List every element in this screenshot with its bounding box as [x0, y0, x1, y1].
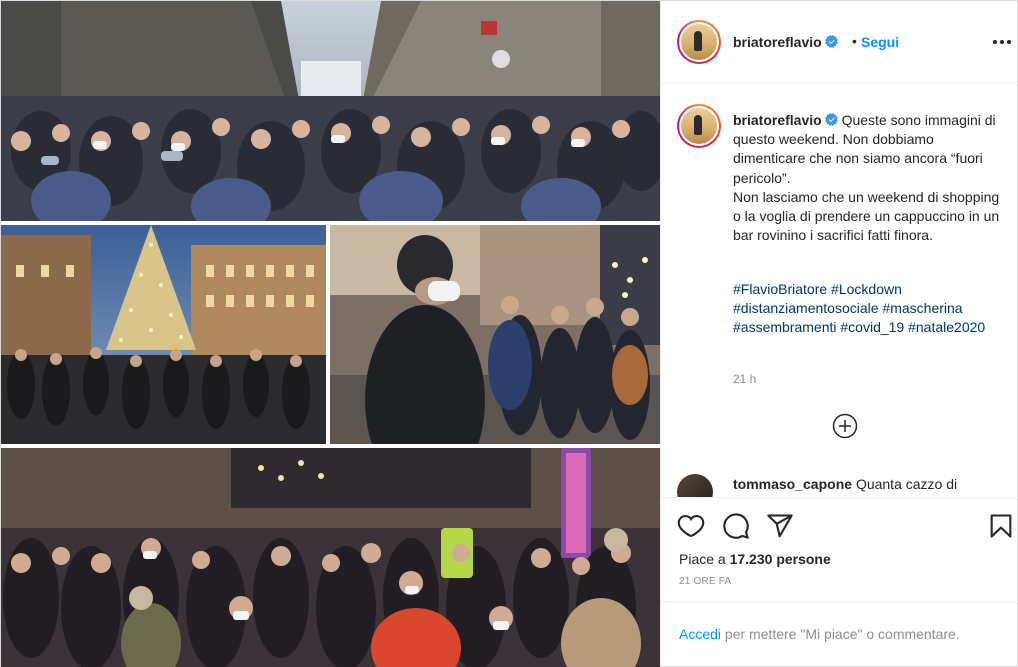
- caption-text: Queste sono immagini di questo weekend. …: [733, 112, 1000, 244]
- commenter-avatar[interactable]: [677, 474, 713, 497]
- hashtag-link[interactable]: #mascherina: [882, 300, 962, 316]
- hashtag-link[interactable]: #natale2020: [908, 319, 985, 335]
- login-prompt-text: Accedi per mettere "Mi piace" o commenta…: [679, 626, 960, 642]
- login-prompt-rest: per mettere "Mi piace" o commentare.: [724, 626, 960, 642]
- verified-badge-icon: [824, 113, 838, 126]
- hashtag-link[interactable]: #Lockdown: [831, 281, 902, 297]
- hashtag-list: #FlavioBriatore #Lockdown #distanziament…: [733, 280, 1005, 338]
- share-icon[interactable]: [766, 512, 794, 540]
- caption-time-ago[interactable]: 21 h: [733, 372, 756, 386]
- post-image-collage[interactable]: [1, 1, 660, 667]
- verified-badge-icon: [824, 35, 838, 48]
- caption-username[interactable]: briatoreflavio: [733, 112, 822, 128]
- hashtag-link[interactable]: #assembramenti: [733, 319, 837, 335]
- post-actions: Piace a 17.230 persone 21 ORE FA: [661, 497, 1018, 601]
- author-avatar[interactable]: [677, 20, 721, 64]
- hashtag-link[interactable]: #FlavioBriatore: [733, 281, 827, 297]
- comments-section[interactable]: briatoreflavio Queste sono immagini di q…: [661, 85, 1018, 497]
- post-caption: briatoreflavio Queste sono immagini di q…: [733, 111, 1005, 245]
- follow-button[interactable]: Segui: [861, 34, 899, 50]
- heart-icon[interactable]: [677, 512, 705, 540]
- photo-christmas-tree-square: [1, 225, 326, 444]
- more-options-icon[interactable]: [992, 32, 1012, 52]
- likes-prefix: Piace a: [679, 551, 726, 567]
- likes-number: 17.230: [729, 551, 773, 567]
- hashtag-link[interactable]: #covid_19: [840, 319, 904, 335]
- comment-icon[interactable]: [722, 512, 750, 540]
- header-separator: •: [852, 33, 857, 49]
- likes-suffix: persone: [776, 551, 831, 567]
- login-prompt-bar: Accedi per mettere "Mi piace" o commenta…: [661, 601, 1018, 667]
- caption-author-avatar[interactable]: [677, 104, 721, 148]
- post-header: briatoreflavio • Segui: [661, 1, 1018, 84]
- photo-masked-pedestrians: [330, 225, 660, 444]
- comment-item: tommaso_capone Quanta cazzo di: [733, 476, 957, 492]
- photo-crowded-street: [1, 1, 660, 221]
- post-timestamp[interactable]: 21 ORE FA: [679, 576, 731, 587]
- load-more-icon[interactable]: [832, 413, 858, 439]
- photo-dense-crowd: [1, 448, 660, 667]
- login-link[interactable]: Accedi: [679, 626, 721, 642]
- author-username: briatoreflavio: [733, 34, 822, 50]
- likes-count[interactable]: Piace a 17.230 persone: [679, 551, 831, 567]
- comment-username[interactable]: tommaso_capone: [733, 476, 852, 492]
- comment-text: Quanta cazzo di: [855, 476, 958, 492]
- instagram-post: briatoreflavio • Segui briatoreflavio Qu…: [0, 0, 1018, 667]
- author-username-link[interactable]: briatoreflavio: [733, 34, 838, 50]
- post-side-panel: briatoreflavio • Segui briatoreflavio Qu…: [660, 1, 1018, 667]
- hashtag-link[interactable]: #distanziamentosociale: [733, 300, 879, 316]
- bookmark-icon[interactable]: [987, 512, 1015, 540]
